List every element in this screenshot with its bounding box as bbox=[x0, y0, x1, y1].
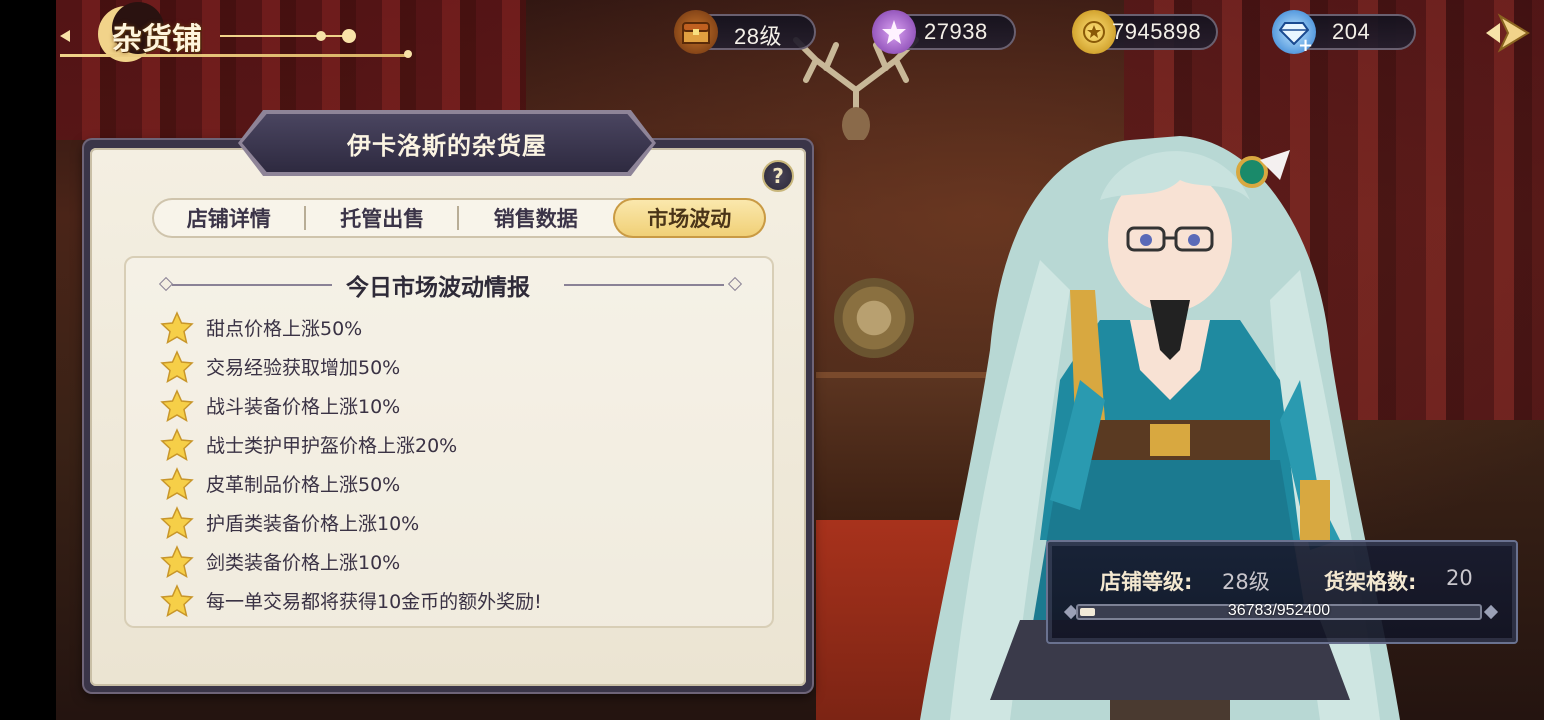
section-divider-left bbox=[172, 284, 332, 286]
section-divider-right bbox=[564, 284, 724, 286]
list-item-text: 交易经验获取增加50% bbox=[206, 357, 401, 379]
panel-title: 伊卡洛斯的杂货屋 bbox=[347, 131, 547, 160]
tab-bar: 店铺详情 托管出售 销售数据 市场波动 bbox=[152, 198, 766, 238]
diamond-value: 204 bbox=[1332, 19, 1371, 44]
list-item: 战斗装备价格上涨10% bbox=[160, 386, 680, 425]
level-value: 28级 bbox=[734, 24, 782, 49]
tab-shop-details[interactable]: 店铺详情 bbox=[152, 198, 306, 238]
star-icon bbox=[160, 466, 194, 500]
section-title: 今日市场波动情报 bbox=[346, 275, 530, 301]
tab-market-fluctuation[interactable]: 市场波动 bbox=[612, 198, 766, 238]
list-item-text: 甜点价格上涨50% bbox=[206, 318, 363, 340]
exit-button[interactable] bbox=[1476, 6, 1540, 60]
shop-level-label: 店铺等级: bbox=[1100, 570, 1193, 594]
purple-star-coin-icon bbox=[872, 10, 916, 54]
list-item-text: 剑类装备价格上涨10% bbox=[206, 552, 401, 574]
list-item-text: 战士类护甲护盔价格上涨20% bbox=[206, 435, 458, 457]
star-icon bbox=[160, 388, 194, 422]
shop-status-panel: 店铺等级: 28级 货架格数: 20 bbox=[1046, 540, 1518, 644]
shelf-count-label: 货架格数: bbox=[1324, 570, 1417, 594]
star-icon bbox=[160, 310, 194, 344]
list-item: 皮革制品价格上涨50% bbox=[160, 464, 680, 503]
list-item: 交易经验获取增加50% bbox=[160, 347, 680, 386]
help-button[interactable]: ? bbox=[762, 160, 794, 192]
treasure-chest-icon bbox=[674, 10, 718, 54]
level-counter: 28级 bbox=[674, 10, 816, 54]
star-icon bbox=[160, 505, 194, 539]
add-diamond-button[interactable]: + bbox=[1298, 35, 1313, 56]
gold-coin-icon bbox=[1072, 10, 1116, 54]
back-arrow-icon[interactable] bbox=[56, 26, 76, 46]
star-icon bbox=[160, 349, 194, 383]
list-item-text: 战斗装备价格上涨10% bbox=[206, 396, 401, 418]
star-icon bbox=[160, 583, 194, 617]
tab-label: 托管出售 bbox=[340, 207, 425, 231]
gold-value: 7945898 bbox=[1112, 19, 1202, 44]
shelf-count-value: 20 bbox=[1446, 566, 1473, 590]
tab-sales-data[interactable]: 销售数据 bbox=[459, 198, 613, 238]
tab-label: 市场波动 bbox=[647, 207, 732, 231]
shop-logo-title: 杂货铺 bbox=[112, 22, 202, 57]
gold-counter: 7945898 bbox=[1072, 10, 1218, 54]
shop-exp-text: 36783/952400 bbox=[1227, 602, 1331, 619]
logo-accent-line bbox=[220, 35, 350, 37]
purple-gem-value: 27938 bbox=[924, 19, 988, 44]
diamond-counter: + 204 bbox=[1272, 10, 1416, 56]
list-item: 每一单交易都将获得10金币的额外奖励! bbox=[160, 581, 680, 620]
tab-label: 销售数据 bbox=[493, 207, 578, 231]
shop-level-value: 28级 bbox=[1222, 570, 1270, 594]
list-item-text: 每一单交易都将获得10金币的额外奖励! bbox=[206, 591, 542, 613]
star-icon bbox=[160, 427, 194, 461]
tab-consignment[interactable]: 托管出售 bbox=[306, 198, 459, 238]
list-item: 护盾类装备价格上涨10% bbox=[160, 503, 680, 542]
double-chevron-right-icon bbox=[1486, 13, 1530, 53]
tab-label: 店铺详情 bbox=[186, 207, 271, 231]
logo-dot bbox=[316, 31, 326, 41]
logo-dot bbox=[404, 50, 412, 58]
list-item-text: 皮革制品价格上涨50% bbox=[206, 474, 401, 496]
list-item: 战士类护甲护盔价格上涨20% bbox=[160, 425, 680, 464]
list-item: 剑类装备价格上涨10% bbox=[160, 542, 680, 581]
list-item: 甜点价格上涨50% bbox=[160, 308, 680, 347]
star-icon bbox=[160, 544, 194, 578]
logo-dot bbox=[342, 29, 356, 43]
list-item-text: 护盾类装备价格上涨10% bbox=[206, 513, 420, 535]
purple-gem-counter: 27938 bbox=[872, 10, 1016, 54]
title-plate: 伊卡洛斯的杂货屋 bbox=[242, 114, 652, 172]
